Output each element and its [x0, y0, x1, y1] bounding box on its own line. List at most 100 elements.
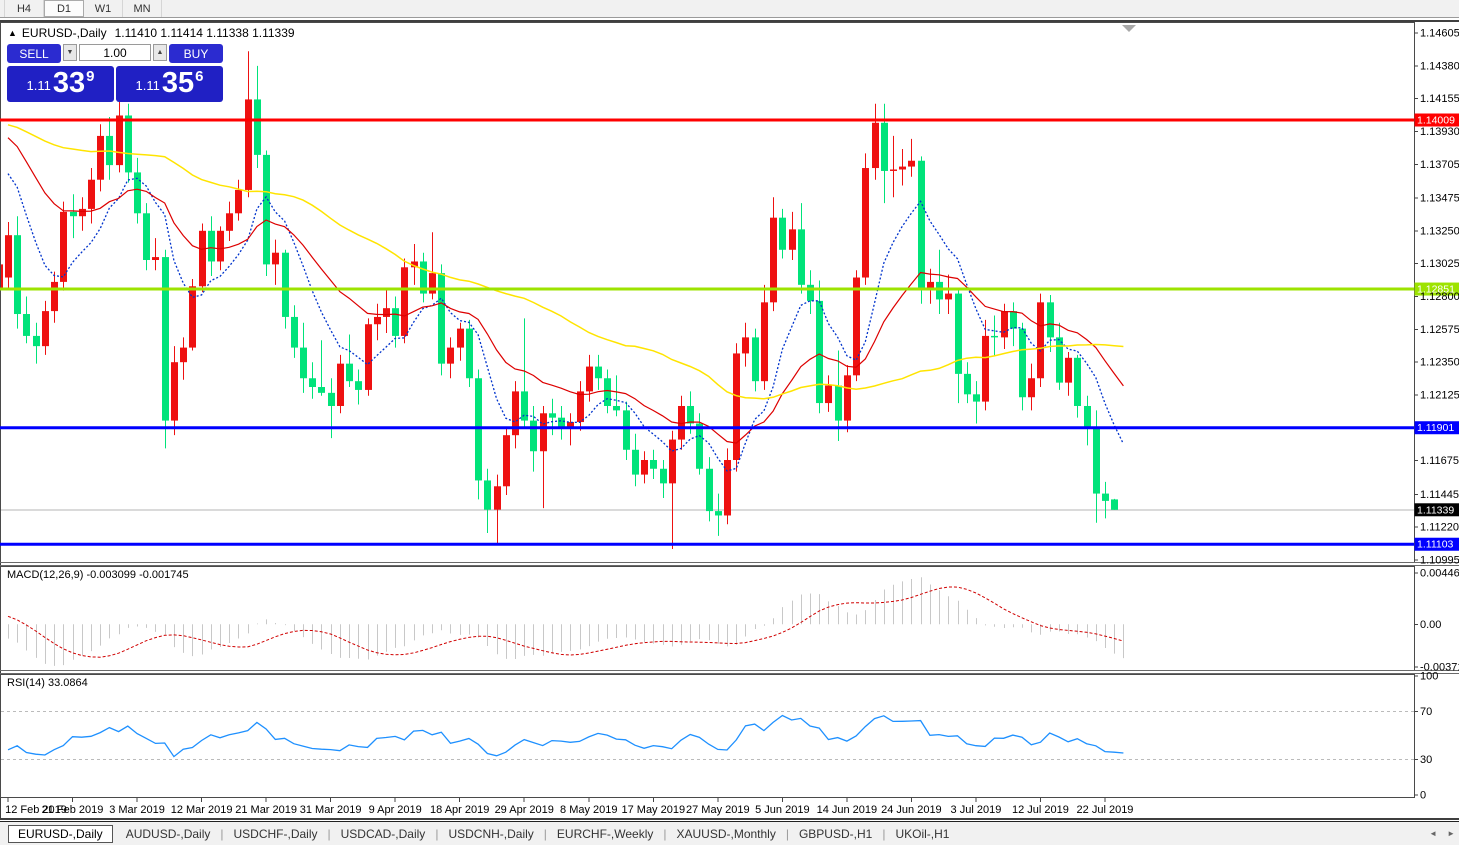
tab-separator: | [435, 827, 438, 841]
chart-tab-eurusd[interactable]: EURUSD-,Daily [8, 825, 113, 843]
svg-text:1.13250: 1.13250 [1420, 225, 1459, 237]
svg-text:12 Jul 2019: 12 Jul 2019 [1012, 804, 1069, 816]
buy-price-box[interactable]: 1.11 35 6 [116, 66, 223, 102]
svg-text:1.14009: 1.14009 [1417, 115, 1455, 127]
svg-text:8 May 2019: 8 May 2019 [560, 804, 617, 816]
tab-separator: | [544, 827, 547, 841]
date-axis[interactable]: 12 Feb 201921 Feb 20193 Mar 201912 Mar 2… [5, 798, 1133, 816]
svg-text:1.11220: 1.11220 [1420, 522, 1459, 534]
sell-price-prefix: 1.11 [27, 78, 51, 93]
svg-text:21 Mar 2019: 21 Mar 2019 [235, 804, 297, 816]
tab-scroll-right-icon[interactable]: ► [1447, 829, 1455, 838]
chart-tab-bar: EURUSD-,DailyAUDUSD-,Daily|USDCHF-,Daily… [0, 821, 1459, 845]
svg-text:70: 70 [1420, 706, 1432, 718]
macd-histogram [9, 577, 1124, 666]
chart-ohlc-values: 1.11410 1.11414 1.11338 1.11339 [115, 26, 295, 40]
svg-text:12 Mar 2019: 12 Mar 2019 [171, 804, 233, 816]
chart-tab-usdchf[interactable]: USDCHF-,Daily [225, 826, 327, 842]
svg-text:1.14380: 1.14380 [1420, 60, 1459, 72]
svg-text:100: 100 [1420, 671, 1438, 683]
chart-tab-usdcnh[interactable]: USDCNH-,Daily [439, 826, 542, 842]
svg-text:1.12125: 1.12125 [1420, 390, 1459, 402]
timeframe-toolbar: H4D1W1MN [0, 0, 1459, 18]
rsi-indicator-label: RSI(14) 33.0864 [7, 677, 88, 689]
tab-separator: | [220, 827, 223, 841]
collapse-panel-icon[interactable]: ▲ [8, 28, 17, 38]
end-of-chart-marker-icon [1122, 25, 1136, 32]
buy-price-prefix: 1.11 [136, 78, 160, 93]
svg-text:29 Apr 2019: 29 Apr 2019 [495, 804, 554, 816]
svg-text:1.13705: 1.13705 [1420, 159, 1459, 171]
timeframe-button-w1[interactable]: W1 [84, 0, 123, 17]
svg-text:9 Apr 2019: 9 Apr 2019 [369, 804, 422, 816]
svg-text:1.10995: 1.10995 [1420, 555, 1459, 567]
svg-text:0.00: 0.00 [1420, 619, 1441, 631]
volume-decrease-button[interactable]: ▼ [63, 44, 77, 61]
svg-text:3 Mar 2019: 3 Mar 2019 [109, 804, 165, 816]
buy-price-big-digits: 35 [162, 68, 194, 98]
chart-tab-eurchf[interactable]: EURCHF-,Weekly [548, 826, 662, 842]
price-axis[interactable]: 1.14605 1.14380 1.14155 1.13930 1.13705 1.134… [1414, 28, 1459, 567]
svg-text:1.14155: 1.14155 [1420, 93, 1459, 105]
buy-button[interactable]: BUY [169, 44, 223, 63]
volume-input[interactable] [79, 44, 151, 61]
tab-separator: | [328, 827, 331, 841]
level-line-1.12851[interactable]: 1.12851 [0, 283, 1459, 296]
chart-title: ▲ EURUSD-,Daily 1.11410 1.11414 1.11338 1.… [8, 26, 295, 40]
sell-price-box[interactable]: 1.11 33 9 [7, 66, 114, 102]
svg-text:14 Jun 2019: 14 Jun 2019 [817, 804, 878, 816]
svg-text:1.11675: 1.11675 [1420, 455, 1459, 467]
timeframe-button-h4[interactable]: H4 [4, 0, 44, 17]
macd-indicator-label: MACD(12,26,9) -0.003099 -0.001745 [7, 569, 189, 581]
price-chart[interactable]: 1.140091.128511.119011.111031.113391.146… [0, 20, 1459, 821]
mt4-workspace: H4D1W1MN 1.140091.128511.119011.111031.1… [0, 0, 1459, 845]
svg-text:1.13025: 1.13025 [1420, 258, 1459, 270]
chart-symbol-label: EURUSD-,Daily [22, 26, 107, 40]
sell-button[interactable]: SELL [7, 44, 61, 63]
chart-tab-ukoil[interactable]: UKOil-,H1 [886, 826, 958, 842]
svg-text:5 Jun 2019: 5 Jun 2019 [755, 804, 809, 816]
svg-text:1.14605: 1.14605 [1420, 28, 1459, 40]
svg-text:3 Jul 2019: 3 Jul 2019 [951, 804, 1002, 816]
svg-text:1.12575: 1.12575 [1420, 324, 1459, 336]
svg-text:1.13475: 1.13475 [1420, 192, 1459, 204]
price-pane[interactable]: 1.140091.128511.119011.111031.11339 [0, 51, 1459, 550]
svg-text:0.004465: 0.004465 [1420, 568, 1459, 580]
tab-scroll-left-icon[interactable]: ◄ [1429, 829, 1437, 838]
volume-increase-button[interactable]: ▲ [153, 44, 167, 61]
macd-signal-line [8, 587, 1123, 657]
rsi-axis[interactable]: 10070300 [1414, 671, 1438, 802]
svg-text:1.13930: 1.13930 [1420, 126, 1459, 138]
macd-pane[interactable] [8, 577, 1124, 666]
svg-text:1.12350: 1.12350 [1420, 357, 1459, 369]
sell-price-pip-digit: 9 [86, 68, 94, 85]
macd-axis[interactable]: 0.0044650.00-0.003715 [1414, 568, 1459, 674]
window-frame [0, 20, 1459, 820]
svg-text:1.11445: 1.11445 [1420, 489, 1459, 501]
spin-down-icon: ▼ [67, 49, 74, 56]
timeframe-button-d1[interactable]: D1 [44, 0, 84, 17]
candles-layer [0, 51, 1118, 549]
rsi-line [8, 716, 1123, 757]
tab-separator: | [663, 827, 666, 841]
svg-text:22 Jul 2019: 22 Jul 2019 [1077, 804, 1134, 816]
chart-tab-gbpusd[interactable]: GBPUSD-,H1 [790, 826, 881, 842]
svg-text:1.11103: 1.11103 [1417, 539, 1454, 551]
spin-up-icon: ▲ [157, 49, 164, 56]
svg-text:1.11339: 1.11339 [1417, 504, 1454, 516]
chart-tab-xauusd[interactable]: XAUUSD-,Monthly [667, 826, 784, 842]
svg-text:17 May 2019: 17 May 2019 [621, 804, 685, 816]
svg-text:18 Apr 2019: 18 Apr 2019 [430, 804, 489, 816]
tab-separator: | [786, 827, 789, 841]
timeframe-button-mn[interactable]: MN [123, 0, 162, 17]
bid-price-label: 1.11339 [1415, 503, 1459, 516]
chart-tab-usdcad[interactable]: USDCAD-,Daily [332, 826, 435, 842]
svg-text:31 Mar 2019: 31 Mar 2019 [300, 804, 362, 816]
trade-panel-prices: 1.11 33 9 1.11 35 6 [7, 66, 225, 102]
level-line-1.11103[interactable]: 1.11103 [0, 538, 1459, 551]
level-line-1.14009[interactable]: 1.14009 [0, 114, 1459, 127]
rsi-pane[interactable] [1, 712, 1414, 760]
sell-price-big-digits: 33 [53, 68, 85, 98]
level-line-1.11901[interactable]: 1.11901 [0, 421, 1459, 434]
chart-tab-audusd[interactable]: AUDUSD-,Daily [117, 826, 220, 842]
